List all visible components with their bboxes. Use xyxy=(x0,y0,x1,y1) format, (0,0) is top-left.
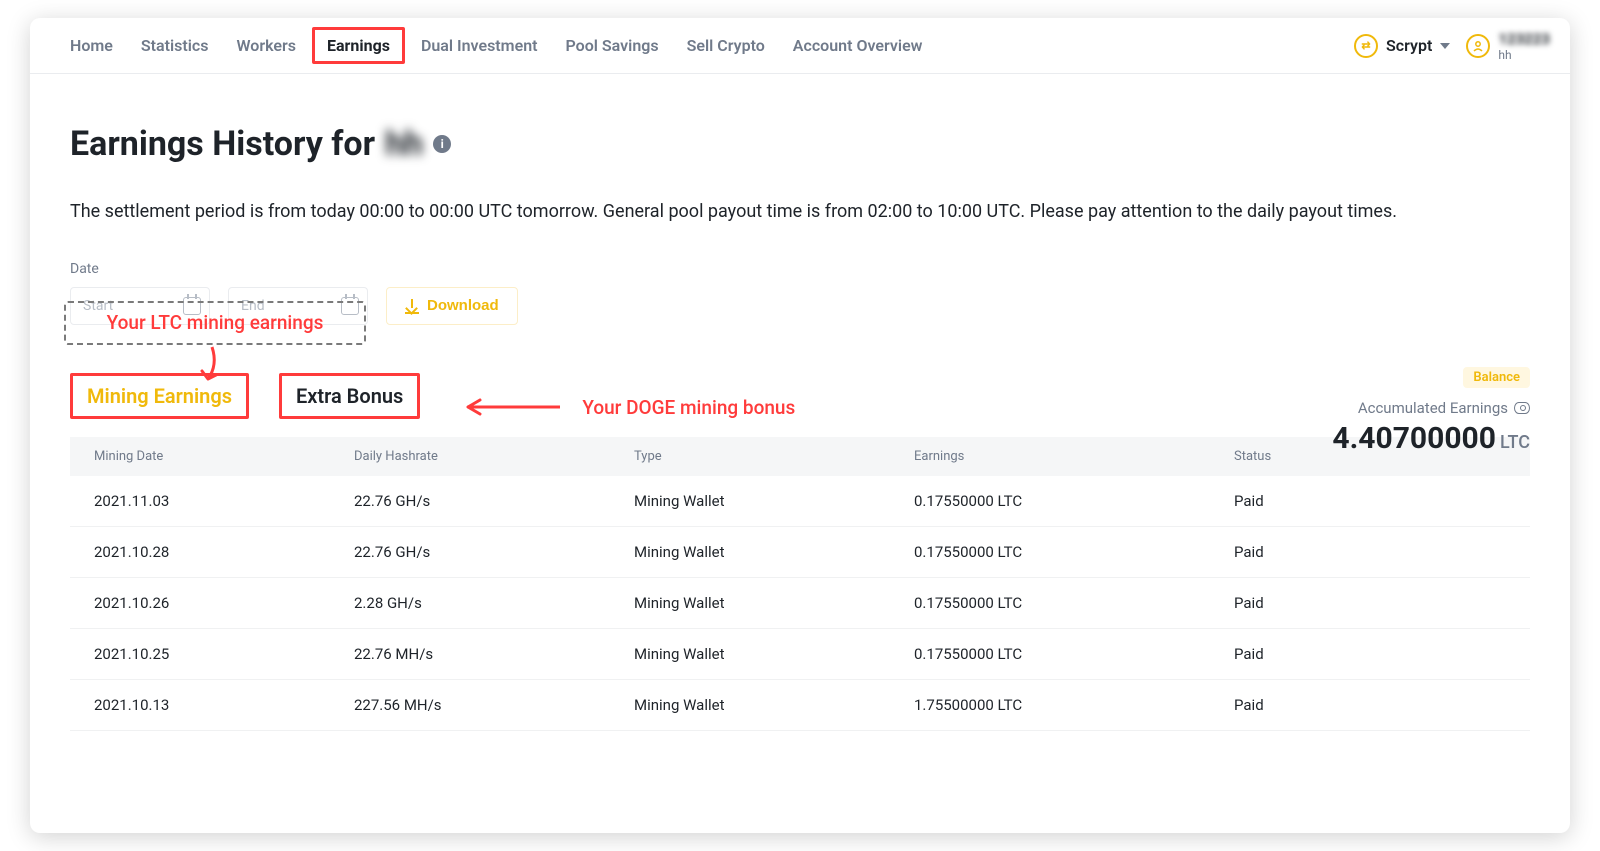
nav-pool-savings[interactable]: Pool Savings xyxy=(566,18,659,73)
cell-hashrate: 2.28 GH/s xyxy=(354,594,634,612)
cell-type: Mining Wallet xyxy=(634,645,914,663)
cell-earnings: 0.17550000 LTC xyxy=(914,543,1234,561)
settlement-description: The settlement period is from today 00:0… xyxy=(70,198,1530,227)
cell-status: Paid xyxy=(1234,594,1506,612)
chevron-down-icon xyxy=(1440,43,1450,49)
cell-type: Mining Wallet xyxy=(634,492,914,510)
cell-earnings: 0.17550000 LTC xyxy=(914,645,1234,663)
download-icon xyxy=(405,299,419,313)
cell-status: Paid xyxy=(1234,543,1506,561)
topbar: Home Statistics Workers Earnings Dual In… xyxy=(30,18,1570,74)
cell-hashrate: 227.56 MH/s xyxy=(354,696,634,714)
date-label: Date xyxy=(70,261,1530,277)
cell-status: Paid xyxy=(1234,645,1506,663)
main-nav: Home Statistics Workers Earnings Dual In… xyxy=(70,18,922,73)
nav-statistics[interactable]: Statistics xyxy=(141,18,209,73)
nav-account-overview[interactable]: Account Overview xyxy=(793,18,923,73)
download-label: Download xyxy=(427,297,499,314)
cell-status: Paid xyxy=(1234,492,1506,510)
cell-date: 2021.10.25 xyxy=(94,645,354,663)
algorithm-select[interactable]: ⇄ Scrypt xyxy=(1354,34,1450,58)
cell-date: 2021.10.26 xyxy=(94,594,354,612)
user-number: 123223 xyxy=(1498,30,1550,48)
cell-earnings: 0.17550000 LTC xyxy=(914,594,1234,612)
tab-extra-bonus[interactable]: Extra Bonus xyxy=(279,373,420,419)
tabs-row: Mining Earnings Extra Bonus Your DOGE mi… xyxy=(70,373,1530,419)
table-row: 2021.10.2522.76 MH/sMining Wallet0.17550… xyxy=(70,629,1530,680)
table-row: 2021.10.2822.76 GH/sMining Wallet0.17550… xyxy=(70,527,1530,578)
arrow-left-icon xyxy=(460,397,560,417)
nav-sell-crypto[interactable]: Sell Crypto xyxy=(687,18,765,73)
nav-earnings-highlight: Earnings xyxy=(312,27,405,64)
page-title: Earnings History for hh i xyxy=(70,124,1530,164)
end-placeholder: End xyxy=(241,298,265,314)
col-earnings: Earnings xyxy=(914,449,1234,464)
user-sub: hh xyxy=(1498,48,1550,62)
cell-hashrate: 22.76 MH/s xyxy=(354,645,634,663)
cell-hashrate: 22.76 GH/s xyxy=(354,492,634,510)
date-end-input[interactable]: End xyxy=(228,287,368,325)
nav-home[interactable]: Home xyxy=(70,18,113,73)
swap-icon: ⇄ xyxy=(1354,34,1378,58)
cell-type: Mining Wallet xyxy=(634,594,914,612)
title-prefix: Earnings History for xyxy=(70,124,375,164)
cell-status: Paid xyxy=(1234,696,1506,714)
user-icon xyxy=(1466,34,1490,58)
tab-mining-earnings[interactable]: Mining Earnings xyxy=(70,373,249,419)
table-row: 2021.10.262.28 GH/sMining Wallet0.175500… xyxy=(70,578,1530,629)
cell-type: Mining Wallet xyxy=(634,543,914,561)
table-row: 2021.10.13227.56 MH/sMining Wallet1.7550… xyxy=(70,680,1530,731)
doge-bonus-callout: Your DOGE mining bonus xyxy=(582,396,795,419)
eye-icon[interactable] xyxy=(1514,402,1530,414)
algorithm-label: Scrypt xyxy=(1386,36,1432,55)
nav-dual-investment[interactable]: Dual Investment xyxy=(421,18,538,73)
download-button[interactable]: Download xyxy=(386,287,518,325)
cell-earnings: 1.75500000 LTC xyxy=(914,696,1234,714)
col-daily-hashrate: Daily Hashrate xyxy=(354,449,634,464)
cell-earnings: 0.17550000 LTC xyxy=(914,492,1234,510)
cell-date: 2021.11.03 xyxy=(94,492,354,510)
info-icon[interactable]: i xyxy=(433,135,451,153)
col-mining-date: Mining Date xyxy=(94,449,354,464)
start-placeholder: Start xyxy=(83,298,113,314)
table-row: 2021.11.0322.76 GH/sMining Wallet0.17550… xyxy=(70,476,1530,527)
nav-workers[interactable]: Workers xyxy=(236,18,296,73)
cell-hashrate: 22.76 GH/s xyxy=(354,543,634,561)
cell-type: Mining Wallet xyxy=(634,696,914,714)
col-type: Type xyxy=(634,449,914,464)
date-start-input[interactable]: Start xyxy=(70,287,210,325)
nav-earnings[interactable]: Earnings xyxy=(324,18,393,73)
accumulated-earnings-value: 4.40700000LTC xyxy=(1332,421,1530,456)
accumulated-earnings-label: Accumulated Earnings xyxy=(1358,399,1530,417)
calendar-icon xyxy=(341,297,359,315)
cell-date: 2021.10.13 xyxy=(94,696,354,714)
cell-date: 2021.10.28 xyxy=(94,543,354,561)
user-chip[interactable]: 123223 hh xyxy=(1466,30,1550,62)
title-user: hh xyxy=(385,124,423,164)
calendar-icon xyxy=(183,297,201,315)
table-header: Mining Date Daily Hashrate Type Earnings… xyxy=(70,437,1530,476)
balance-badge[interactable]: Balance xyxy=(1463,367,1530,388)
earnings-table: Mining Date Daily Hashrate Type Earnings… xyxy=(70,437,1530,731)
